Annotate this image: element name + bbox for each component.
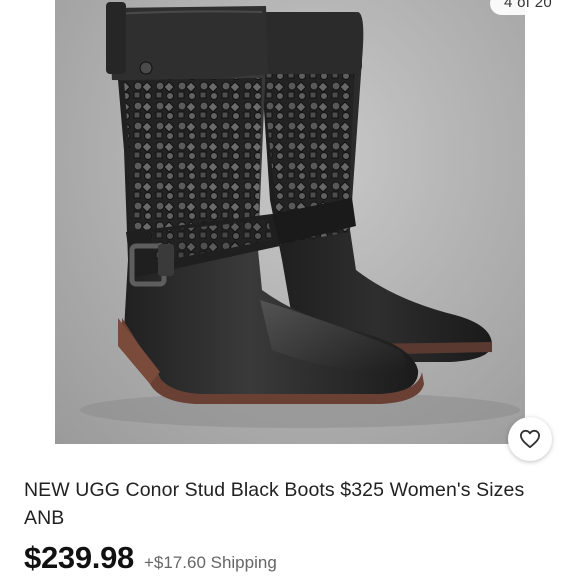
shipping-cost: +$17.60 Shipping xyxy=(143,553,277,572)
product-image-carousel[interactable]: 4 of 20 xyxy=(0,0,580,444)
listing-page: 4 of 20 NEW UGG Conor Stud Black Boots $… xyxy=(0,0,580,580)
listing-title-main: NEW UGG Conor Stud Black Boots $325 Wome… xyxy=(24,479,525,501)
listing-title-tag: ANB xyxy=(24,507,65,529)
like-button[interactable] xyxy=(508,417,552,461)
heart-icon xyxy=(520,429,540,449)
listing-price: $239.98 xyxy=(24,540,134,575)
boot-photo xyxy=(80,2,520,428)
listing-title: NEW UGG Conor Stud Black Boots $325 Wome… xyxy=(24,476,554,532)
image-counter: 4 of 20 xyxy=(490,0,566,15)
price-row: $239.98 +$17.60 Shipping xyxy=(24,540,277,576)
